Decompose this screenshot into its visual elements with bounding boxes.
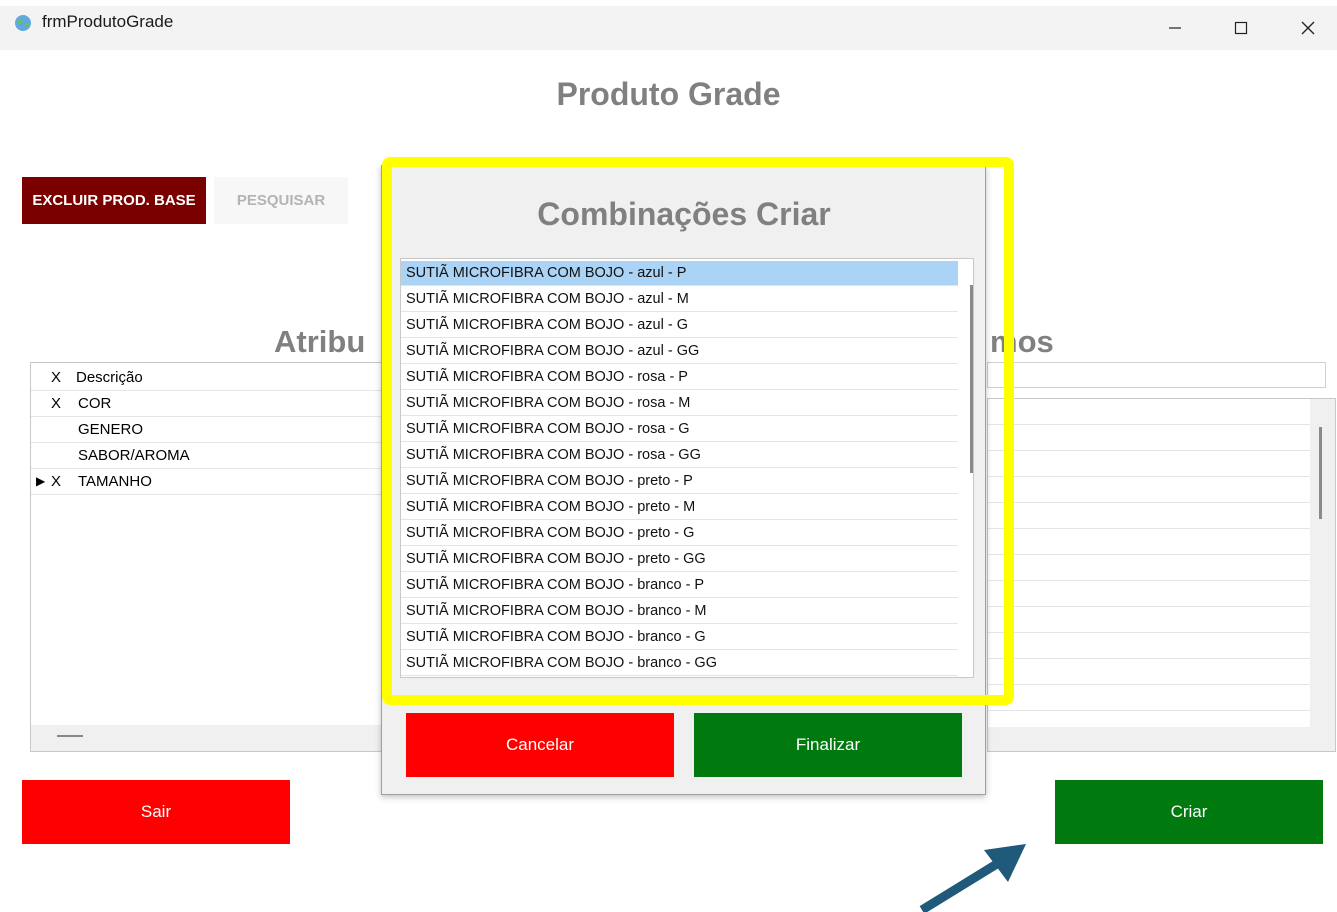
window-title: frmProdutoGrade [42,12,174,31]
exit-button[interactable]: Sair [22,780,290,844]
table-row[interactable]: ▶ X TAMANHO [31,469,391,495]
list-item[interactable]: SUTIÃ MICROFIBRA COM BOJO - preto - P [401,469,958,494]
list-item[interactable]: SUTIÃ MICROFIBRA COM BOJO - azul - M [401,287,958,312]
list-item[interactable]: SUTIÃ MICROFIBRA COM BOJO - rosa - P [401,365,958,390]
row-label: COR [78,395,112,412]
column-header-description: Descrição [76,369,143,386]
right-filter-input[interactable] [987,362,1326,388]
row-check: X [51,395,62,412]
row-label: GENERO [78,421,144,438]
list-item[interactable]: SUTIÃ MICROFIBRA COM BOJO - preto - GG [401,547,958,572]
row-check: X [51,473,62,490]
list-item[interactable]: SUTIÃ MICROFIBRA COM BOJO - rosa - G [401,417,958,442]
items-grid[interactable] [987,398,1336,752]
list-item[interactable]: SUTIÃ MICROFIBRA COM BOJO - branco - GG [401,651,958,676]
combinations-list[interactable]: ▶ SUTIÃ MICROFIBRA COM BOJO - azul - P S… [400,258,974,678]
list-item[interactable]: SUTIÃ MICROFIBRA COM BOJO - rosa - M [401,391,958,416]
page-title: Produto Grade [556,76,781,112]
close-button[interactable] [1285,8,1331,48]
title-bar [0,6,1337,50]
close-icon [1301,21,1315,35]
row-label: TAMANHO [78,473,152,490]
maximize-button[interactable] [1218,8,1264,48]
cancel-button[interactable]: Cancelar [406,713,674,777]
dialog-title: Combinações Criar [537,196,831,232]
grid-header: X Descrição [31,365,391,391]
finish-button[interactable]: Finalizar [694,713,962,777]
create-button[interactable]: Criar [1055,780,1323,844]
column-header-x: X [51,369,62,386]
annotation-arrow-icon [919,844,1026,912]
list-item[interactable]: SUTIÃ MICROFIBRA COM BOJO - azul - G [401,313,958,338]
maximize-icon [1234,21,1248,35]
list-item[interactable]: SUTIÃ MICROFIBRA COM BOJO - preto - G [401,521,958,546]
list-item[interactable]: SUTIÃ MICROFIBRA COM BOJO - azul - GG [401,339,958,364]
list-item[interactable]: SUTIÃ MICROFIBRA COM BOJO - rosa - GG [401,443,958,468]
attributes-heading: Atribu [274,324,366,359]
scrollbar-thumb[interactable] [57,735,83,737]
minimize-button[interactable] [1152,8,1198,48]
row-label: SABOR/AROMA [78,447,190,464]
table-row[interactable]: X COR [31,391,391,417]
list-item[interactable]: SUTIÃ MICROFIBRA COM BOJO - branco - G [401,625,958,650]
delete-base-product-button[interactable]: EXCLUIR PROD. BASE [22,177,206,224]
scrollbar-thumb[interactable] [1319,427,1322,519]
scrollbar-thumb[interactable] [970,285,973,473]
list-item[interactable]: SUTIÃ MICROFIBRA COM BOJO - preto - M [401,495,958,520]
list-item[interactable]: SUTIÃ MICROFIBRA COM BOJO - azul - P [401,261,958,286]
list-item[interactable]: SUTIÃ MICROFIBRA COM BOJO - branco - P [401,573,958,598]
row-pointer-icon: ▶ [36,474,46,488]
app-globe-icon [14,14,32,32]
list-item[interactable]: SUTIÃ MICROFIBRA COM BOJO - branco - M [401,599,958,624]
attributes-grid[interactable]: X Descrição X COR GENERO SABOR/AROMA ▶ X… [30,362,392,752]
table-row[interactable]: GENERO [31,417,391,443]
table-row[interactable]: SABOR/AROMA [31,443,391,469]
search-button[interactable]: PESQUISAR [214,177,348,224]
minimize-icon [1169,27,1181,29]
